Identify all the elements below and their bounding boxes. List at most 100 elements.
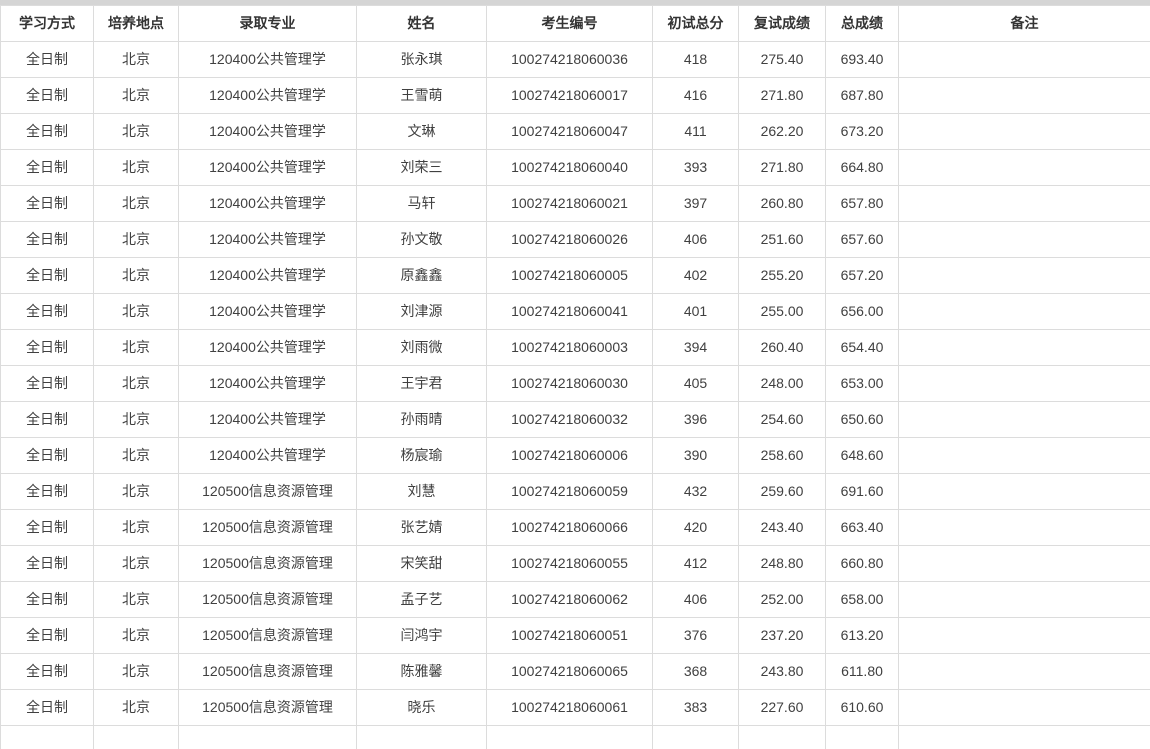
cell-initial-score: 406 [653,222,739,258]
cell-study-mode: 全日制 [1,546,94,582]
cell-admitted-major: 120400公共管理学 [179,186,357,222]
table-row: 全日制北京120500信息资源管理宋笑甜10027421806005541224… [1,546,1150,582]
cell-admitted-major: 120400公共管理学 [179,150,357,186]
cell-retest-score: 260.40 [739,330,826,366]
table-row: 全日制北京120400公共管理学原鑫鑫100274218060005402255… [1,258,1150,294]
cell-total-score: 693.40 [826,42,899,78]
cell-training-location: 北京 [94,582,179,618]
cell-total-score: 663.40 [826,510,899,546]
table-body: 全日制北京120400公共管理学张永琪100274218060036418275… [1,42,1150,749]
cell-admitted-major: 120400公共管理学 [179,258,357,294]
cell-initial-score [653,726,739,749]
cell-training-location: 北京 [94,366,179,402]
cell-initial-score: 390 [653,438,739,474]
table-row: 全日制北京120400公共管理学王宇君100274218060030405248… [1,366,1150,402]
cell-retest-score: 255.00 [739,294,826,330]
cell-admitted-major: 120400公共管理学 [179,438,357,474]
cell-retest-score: 259.60 [739,474,826,510]
cell-remarks [899,582,1150,618]
cell-initial-score: 406 [653,582,739,618]
cell-remarks [899,726,1150,749]
cell-candidate-number: 100274218060005 [487,258,653,294]
table-row: 全日制北京120400公共管理学孙雨晴100274218060032396254… [1,402,1150,438]
cell-admitted-major: 120400公共管理学 [179,42,357,78]
cell-total-score: 657.20 [826,258,899,294]
column-header-name: 姓名 [357,6,487,42]
cell-training-location: 北京 [94,222,179,258]
cell-candidate-number: 100274218060003 [487,330,653,366]
cell-name: 马轩 [357,186,487,222]
cell-remarks [899,114,1150,150]
cell-remarks [899,438,1150,474]
cell-study-mode: 全日制 [1,690,94,726]
cell-total-score: 654.40 [826,330,899,366]
cell-remarks [899,294,1150,330]
cell-admitted-major: 120500信息资源管理 [179,618,357,654]
cell-name: 原鑫鑫 [357,258,487,294]
cell-total-score: 687.80 [826,78,899,114]
cell-initial-score: 396 [653,402,739,438]
cell-name: 孙文敬 [357,222,487,258]
cell-initial-score: 418 [653,42,739,78]
cell-remarks [899,366,1150,402]
cell-candidate-number: 100274218060055 [487,546,653,582]
table-row: 全日制北京120400公共管理学刘津源100274218060041401255… [1,294,1150,330]
cell-name: 孙雨晴 [357,402,487,438]
cell-candidate-number: 100274218060032 [487,402,653,438]
cell-candidate-number: 100274218060021 [487,186,653,222]
column-header-admitted-major: 录取专业 [179,6,357,42]
table-row: 全日制北京120400公共管理学杨宸瑜100274218060006390258… [1,438,1150,474]
table-row: 全日制北京120400公共管理学孙文敬100274218060026406251… [1,222,1150,258]
cell-admitted-major: 120500信息资源管理 [179,690,357,726]
cell-candidate-number: 100274218060006 [487,438,653,474]
cell-initial-score: 393 [653,150,739,186]
cell-training-location: 北京 [94,150,179,186]
cell-study-mode: 全日制 [1,150,94,186]
cell-total-score: 653.00 [826,366,899,402]
cell-admitted-major: 120400公共管理学 [179,114,357,150]
cell-retest-score: 262.20 [739,114,826,150]
cell-candidate-number: 100274218060017 [487,78,653,114]
cell-name [357,726,487,749]
cell-total-score: 648.60 [826,438,899,474]
cell-candidate-number: 100274218060047 [487,114,653,150]
cell-initial-score: 376 [653,618,739,654]
table-row: 全日制北京120500信息资源管理刘慧100274218060059432259… [1,474,1150,510]
cell-study-mode [1,726,94,749]
cell-initial-score: 401 [653,294,739,330]
cell-remarks [899,510,1150,546]
cell-study-mode: 全日制 [1,294,94,330]
cell-retest-score: 255.20 [739,258,826,294]
cell-total-score: 673.20 [826,114,899,150]
table-row-partial [1,726,1150,749]
cell-name: 刘慧 [357,474,487,510]
cell-admitted-major: 120400公共管理学 [179,78,357,114]
cell-total-score: 657.80 [826,186,899,222]
cell-initial-score: 412 [653,546,739,582]
cell-training-location: 北京 [94,618,179,654]
cell-remarks [899,474,1150,510]
cell-remarks [899,402,1150,438]
cell-total-score: 657.60 [826,222,899,258]
table-header: 学习方式培养地点录取专业姓名考生编号初试总分复试成绩总成绩备注 [1,6,1150,42]
cell-candidate-number: 100274218060030 [487,366,653,402]
cell-candidate-number: 100274218060065 [487,654,653,690]
cell-remarks [899,78,1150,114]
cell-total-score: 664.80 [826,150,899,186]
cell-initial-score: 397 [653,186,739,222]
cell-candidate-number: 100274218060041 [487,294,653,330]
cell-admitted-major: 120500信息资源管理 [179,474,357,510]
cell-name: 刘荣三 [357,150,487,186]
cell-study-mode: 全日制 [1,582,94,618]
table-row: 全日制北京120400公共管理学文琳100274218060047411262.… [1,114,1150,150]
cell-remarks [899,186,1150,222]
table-row: 全日制北京120400公共管理学刘雨微100274218060003394260… [1,330,1150,366]
cell-total-score: 611.80 [826,654,899,690]
column-header-training-location: 培养地点 [94,6,179,42]
cell-study-mode: 全日制 [1,258,94,294]
cell-training-location: 北京 [94,654,179,690]
table-row: 全日制北京120400公共管理学王雪萌100274218060017416271… [1,78,1150,114]
cell-candidate-number: 100274218060026 [487,222,653,258]
cell-name: 刘津源 [357,294,487,330]
cell-candidate-number: 100274218060061 [487,690,653,726]
